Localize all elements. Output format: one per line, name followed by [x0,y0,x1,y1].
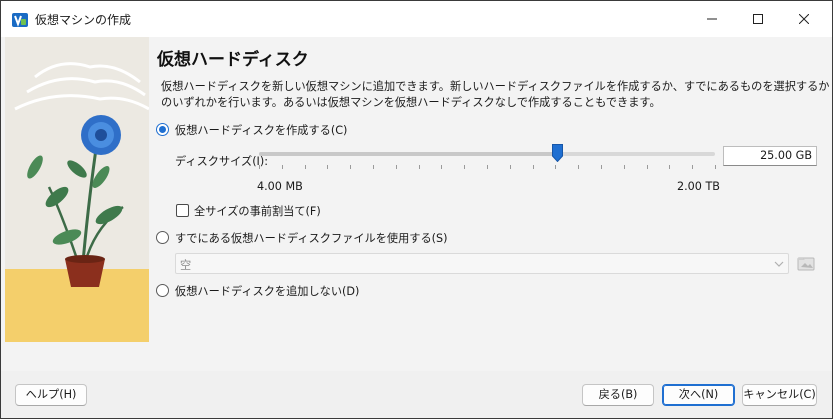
disk-size-slider-thumb[interactable] [552,144,564,162]
disk-size-label: ディスクサイズ(I): [175,155,268,168]
create-new-disk-radio[interactable] [156,123,169,136]
slider-tick [419,165,420,169]
slider-tick [669,165,670,169]
help-button[interactable]: ヘルプ(H) [15,384,87,406]
title-bar[interactable]: 仮想マシンの作成 [1,1,832,37]
maximize-icon [753,14,763,24]
button-bar: ヘルプ(H) 戻る(B) 次へ(N) キャンセル(C) [1,371,832,418]
slider-tick [282,165,283,169]
slider-tick [305,165,306,169]
slider-tick [578,165,579,169]
preallocate-checkbox[interactable] [176,204,189,217]
slider-tick [510,165,511,169]
slider-tick [464,165,465,169]
slider-tick [601,165,602,169]
disk-size-ticks [259,165,716,169]
wizard-illustration [5,37,149,342]
slider-tick [555,165,556,169]
slider-tick [327,165,328,169]
disk-size-max-label: 2.00 TB [677,180,720,193]
minimize-button[interactable] [689,1,735,37]
slider-tick [715,165,716,169]
close-icon [799,14,809,24]
slider-tick [692,165,693,169]
use-existing-disk-radio[interactable] [156,231,169,244]
disk-size-slider[interactable] [259,152,715,156]
next-button[interactable]: 次へ(N) [662,384,735,406]
no-disk-radio[interactable] [156,284,169,297]
slider-tick [373,165,374,169]
create-new-disk-label[interactable]: 仮想ハードディスクを作成する(C) [175,122,347,138]
close-button[interactable] [781,1,827,37]
maximize-button[interactable] [735,1,781,37]
page-title: 仮想ハードディスク [157,50,309,70]
existing-disk-select-value: 空 [180,259,192,272]
page-description: 仮想ハードディスクを新しい仮想マシンに追加できます。新しいハードディスクファイル… [161,79,830,111]
dialog-window: 仮想マシンの作成 仮想ハードディスク 仮想ハードディスクを新しい仮想マシンに追加… [0,0,833,419]
slider-tick [396,165,397,169]
slider-tick [350,165,351,169]
cancel-button[interactable]: キャンセル(C) [742,384,817,406]
preallocate-label[interactable]: 全サイズの事前割当て(F) [194,203,321,219]
slider-tick [647,165,648,169]
slider-tick [533,165,534,169]
minimize-icon [707,18,717,20]
disk-size-input[interactable]: 25.00 GB [723,146,817,166]
choose-disk-file-icon[interactable] [795,253,817,274]
slider-tick [259,165,260,169]
existing-disk-select[interactable]: 空 [175,253,789,274]
slider-tick [624,165,625,169]
disk-size-slider-fill [259,152,558,156]
no-disk-label[interactable]: 仮想ハードディスクを追加しない(D) [175,283,359,299]
virtualbox-app-icon [12,13,28,27]
window-title: 仮想マシンの作成 [35,13,132,27]
back-button[interactable]: 戻る(B) [582,384,654,406]
chevron-down-icon [774,261,784,267]
disk-size-min-label: 4.00 MB [257,180,303,193]
slider-tick [441,165,442,169]
description-line-1: 仮想ハードディスクを新しい仮想マシンに追加できます。新しいハードディスクファイル… [161,80,830,93]
use-existing-disk-label[interactable]: すでにある仮想ハードディスクファイルを使用する(S) [175,230,447,246]
slider-tick [487,165,488,169]
description-line-2: のいずれかを行います。あるいは仮想マシンを仮想ハードディスクなしで作成することも… [161,96,661,109]
